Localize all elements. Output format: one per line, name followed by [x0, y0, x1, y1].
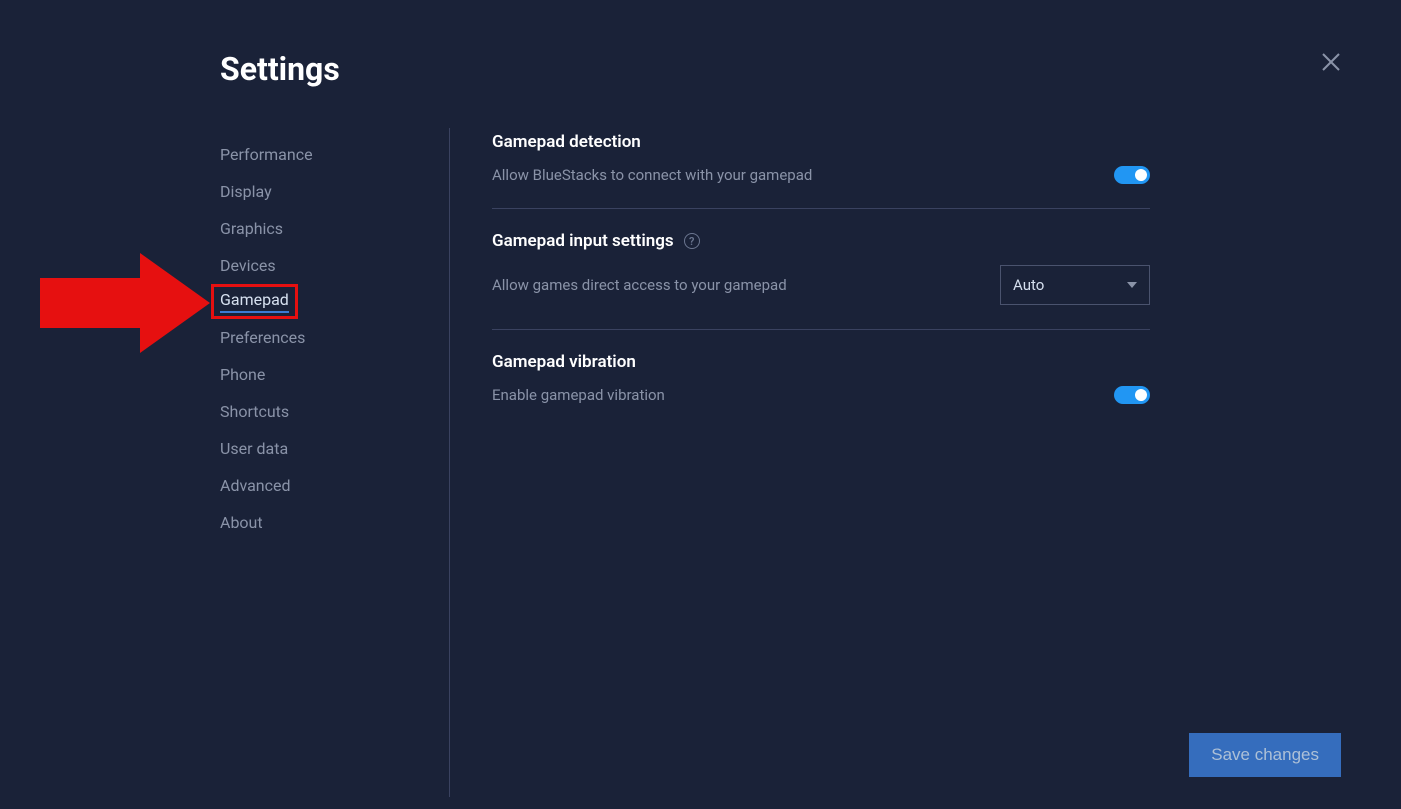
section-title-text: Gamepad detection: [492, 132, 641, 152]
settings-sidebar: Performance Display Graphics Devices Gam…: [220, 128, 450, 797]
sidebar-item-label: Advanced: [220, 476, 291, 495]
sidebar-item-preferences[interactable]: Preferences: [220, 319, 449, 356]
sidebar-item-label: User data: [220, 439, 288, 458]
toggle-knob: [1135, 389, 1147, 401]
section-description: Allow games direct access to your gamepa…: [492, 276, 787, 294]
gamepad-vibration-section: Gamepad vibration Enable gamepad vibrati…: [492, 352, 1150, 428]
section-description: Enable gamepad vibration: [492, 386, 665, 404]
main-content: Gamepad detection Allow BlueStacks to co…: [450, 128, 1150, 797]
gamepad-input-section: Gamepad input settings ? Allow games dir…: [492, 231, 1150, 330]
gamepad-detection-toggle[interactable]: [1114, 166, 1150, 184]
sidebar-item-label: About: [220, 513, 263, 532]
section-title: Gamepad input settings ?: [492, 231, 1150, 251]
chevron-down-icon: [1127, 282, 1137, 288]
sidebar-item-user-data[interactable]: User data: [220, 430, 449, 467]
page-title: Settings: [220, 50, 1341, 88]
close-button[interactable]: [1321, 52, 1341, 72]
sidebar-item-gamepad[interactable]: Gamepad: [211, 284, 298, 319]
sidebar-item-label: Devices: [220, 256, 276, 275]
dropdown-value: Auto: [1013, 276, 1044, 294]
gamepad-vibration-toggle[interactable]: [1114, 386, 1150, 404]
sidebar-item-label: Shortcuts: [220, 402, 289, 421]
gamepad-detection-section: Gamepad detection Allow BlueStacks to co…: [492, 132, 1150, 209]
section-title-text: Gamepad vibration: [492, 352, 636, 372]
sidebar-item-devices[interactable]: Devices: [220, 247, 449, 284]
toggle-knob: [1135, 169, 1147, 181]
sidebar-item-phone[interactable]: Phone: [220, 356, 449, 393]
annotation-arrow: [40, 253, 210, 353]
sidebar-item-display[interactable]: Display: [220, 173, 449, 210]
sidebar-item-label: Graphics: [220, 219, 283, 238]
gamepad-input-dropdown[interactable]: Auto: [1000, 265, 1150, 305]
sidebar-item-label: Phone: [220, 365, 265, 384]
sidebar-item-label: Display: [220, 182, 272, 201]
sidebar-item-label: Preferences: [220, 328, 305, 347]
section-title: Gamepad vibration: [492, 352, 1150, 372]
sidebar-item-about[interactable]: About: [220, 504, 449, 541]
sidebar-item-label: Gamepad: [220, 290, 289, 313]
section-title-text: Gamepad input settings: [492, 231, 674, 251]
section-title: Gamepad detection: [492, 132, 1150, 152]
sidebar-item-graphics[interactable]: Graphics: [220, 210, 449, 247]
save-changes-button[interactable]: Save changes: [1189, 733, 1341, 777]
sidebar-item-shortcuts[interactable]: Shortcuts: [220, 393, 449, 430]
close-icon: [1321, 52, 1341, 72]
sidebar-item-advanced[interactable]: Advanced: [220, 467, 449, 504]
help-icon[interactable]: ?: [684, 233, 700, 249]
sidebar-item-performance[interactable]: Performance: [220, 136, 449, 173]
arrow-right-icon: [40, 253, 210, 353]
sidebar-item-label: Performance: [220, 145, 313, 164]
section-description: Allow BlueStacks to connect with your ga…: [492, 166, 812, 184]
